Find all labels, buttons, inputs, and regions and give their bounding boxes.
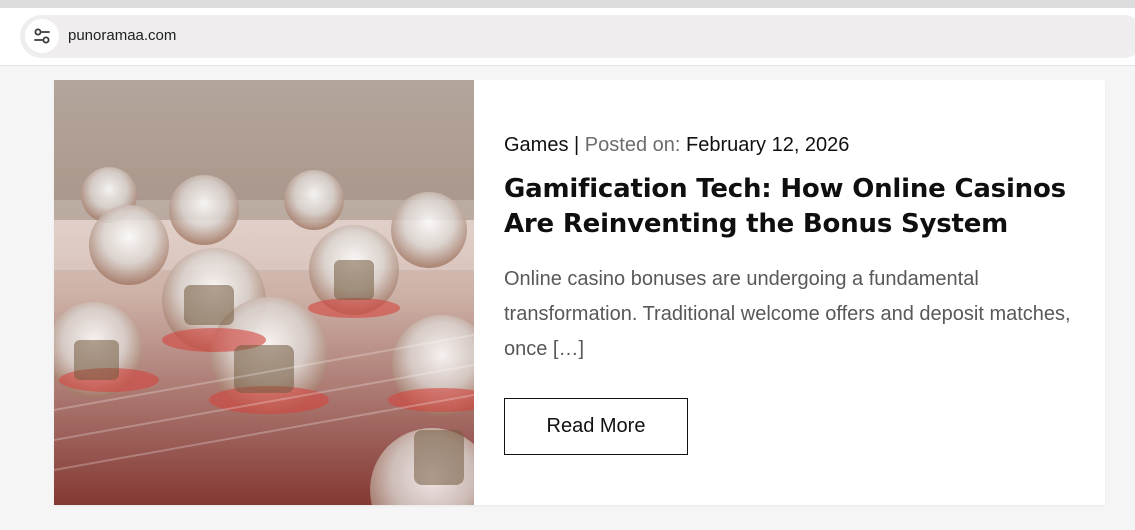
post-meta: Games | Posted on: February 12, 2026 [504, 134, 849, 157]
post-card: Games | Posted on: February 12, 2026 Gam… [54, 80, 1105, 505]
post-date: February 12, 2026 [685, 134, 850, 156]
browser-top-strip [0, 0, 1135, 8]
post-thumbnail[interactable] [54, 80, 474, 505]
read-more-button[interactable]: Read More [504, 398, 688, 455]
post-title[interactable]: Gamification Tech: How Online Casinos Ar… [504, 172, 1074, 242]
meta-separator: | [574, 134, 580, 156]
url-text[interactable]: punoramaa.com [68, 27, 176, 44]
url-pill[interactable]: punoramaa.com [20, 15, 1135, 58]
post-category[interactable]: Games [504, 134, 568, 156]
casino-pieces-image [54, 80, 474, 505]
browser-address-bar: punoramaa.com [0, 8, 1135, 66]
site-info-button[interactable] [25, 19, 59, 53]
page-content: Games | Posted on: February 12, 2026 Gam… [0, 66, 1135, 530]
tune-icon [34, 28, 50, 44]
posted-on-label: Posted on: [584, 134, 681, 156]
post-excerpt: Online casino bonuses are undergoing a f… [504, 268, 1071, 360]
